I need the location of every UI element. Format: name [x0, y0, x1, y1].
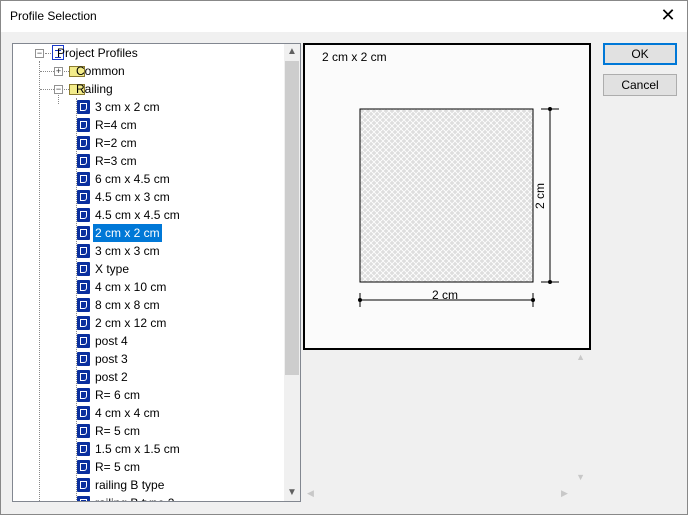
tree-item[interactable]: railing B type 2 [13, 494, 283, 501]
tree-item-label: X type [95, 262, 130, 276]
height-dimension-label: 2 cm [533, 182, 548, 210]
scroll-up-arrow-disabled: ▲ [576, 352, 585, 362]
tree-item[interactable]: R=2 cm [13, 134, 283, 152]
tree-item[interactable]: 4.5 cm x 4.5 cm [13, 206, 283, 224]
tree-item[interactable]: R= 6 cm [13, 386, 283, 404]
tree-item-label: 4 cm x 4 cm [95, 406, 160, 420]
tree-item-label: R=3 cm [95, 154, 137, 168]
profile-icon [77, 172, 90, 186]
tree-item[interactable]: X type [13, 260, 283, 278]
profile-icon [77, 118, 90, 132]
tree-item-label: post 3 [95, 352, 128, 366]
tree-item[interactable]: 4.5 cm x 3 cm [13, 188, 283, 206]
cancel-button[interactable]: Cancel [603, 74, 677, 96]
tree-item[interactable]: 3 cm x 2 cm [13, 98, 283, 116]
profile-icon [77, 154, 90, 168]
close-icon[interactable]: ✕ [657, 5, 679, 26]
scroll-up-arrow[interactable]: ▲ [284, 44, 300, 60]
tree-item-label: 1.5 cm x 1.5 cm [95, 442, 180, 456]
tree-item-label: 2 cm x 12 cm [95, 316, 167, 330]
ok-button[interactable]: OK [603, 43, 677, 65]
profile-icon [77, 460, 90, 474]
profile-icon [77, 262, 90, 276]
tree-item[interactable]: R=3 cm [13, 152, 283, 170]
tree-item-label: post 4 [95, 334, 128, 348]
profile-icon [77, 136, 90, 150]
tree-item-label: railing B type [95, 478, 165, 492]
window-title: Profile Selection [10, 9, 97, 23]
folder-label: Common [76, 64, 125, 78]
tree-item[interactable]: R= 5 cm [13, 422, 283, 440]
tree-item[interactable]: R= 5 cm [13, 458, 283, 476]
tree-item-label: 4 cm x 10 cm [95, 280, 167, 294]
tree-item-label: R=2 cm [95, 136, 137, 150]
tree-item-label: 8 cm x 8 cm [95, 298, 160, 312]
tree-item-label: 3 cm x 3 cm [95, 244, 160, 258]
profile-icon [77, 280, 90, 294]
tree-item[interactable]: railing B type [13, 476, 283, 494]
profile-icon [77, 100, 90, 114]
tree-folder-railing[interactable]: − Railing [13, 80, 283, 98]
tree-item-label: railing B type 2 [93, 494, 176, 501]
tree-item-label: R= 5 cm [95, 424, 141, 438]
tree-item[interactable]: 1.5 cm x 1.5 cm [13, 440, 283, 458]
tree-item-label: 4.5 cm x 4.5 cm [95, 208, 180, 222]
profile-icon [77, 244, 90, 258]
tree-item-label: R= 6 cm [95, 388, 141, 402]
profile-icon [77, 370, 90, 384]
tree-item[interactable]: R=4 cm [13, 116, 283, 134]
width-dimension-label: 2 cm [432, 288, 459, 302]
profile-icon [77, 226, 90, 240]
tree-item-label: 3 cm x 2 cm [95, 100, 160, 114]
tree-folder-common[interactable]: + Common [13, 62, 283, 80]
profile-icon [77, 406, 90, 420]
title-bar: Profile Selection ✕ [1, 1, 687, 32]
scroll-down-arrow-disabled: ▼ [576, 472, 585, 482]
profile-icon [77, 496, 90, 501]
tree-item-label: R=4 cm [95, 118, 137, 132]
profile-icon [77, 208, 90, 222]
profile-icon [77, 388, 90, 402]
tree-item[interactable]: 2 cm x 2 cm [13, 224, 283, 242]
profile-icon [77, 442, 90, 456]
profile-icon [77, 352, 90, 366]
scroll-down-arrow[interactable]: ▼ [284, 485, 300, 501]
profile-preview: 2 cm x 2 cm 2 cm 2 cm [303, 43, 591, 350]
scrollbar-thumb[interactable] [285, 61, 299, 375]
tree-item-label: 4.5 cm x 3 cm [95, 190, 170, 204]
tree-vertical-scrollbar[interactable]: ▲ ▼ [284, 44, 300, 501]
tree-item[interactable]: post 3 [13, 350, 283, 368]
collapse-icon[interactable]: − [35, 49, 44, 58]
collapse-icon[interactable]: − [54, 85, 63, 94]
tree-root-label: Project Profiles [57, 46, 138, 60]
expand-icon[interactable]: + [54, 67, 63, 76]
tree-item[interactable]: 2 cm x 12 cm [13, 314, 283, 332]
tree-item[interactable]: 8 cm x 8 cm [13, 296, 283, 314]
profile-icon [77, 190, 90, 204]
folder-label: Railing [76, 82, 113, 96]
tree-item-label: 2 cm x 2 cm [93, 224, 162, 242]
tree-item-label: post 2 [95, 370, 128, 384]
profile-section-shape [359, 108, 534, 283]
tree-item[interactable]: post 2 [13, 368, 283, 386]
scroll-left-arrow-disabled: ◀ [307, 488, 314, 498]
profile-icon [77, 478, 90, 492]
preview-scroll-area: ▲ ▼ ◀ ▶ [303, 350, 589, 502]
tree-item[interactable]: 4 cm x 4 cm [13, 404, 283, 422]
tree-item-label: R= 5 cm [95, 460, 141, 474]
tree-item-label: 6 cm x 4.5 cm [95, 172, 170, 186]
profile-icon [77, 424, 90, 438]
profile-tree[interactable]: − Project Profiles + Common − Railing 3 … [12, 43, 301, 502]
profile-icon [77, 298, 90, 312]
tree-item[interactable]: 6 cm x 4.5 cm [13, 170, 283, 188]
tree-item[interactable]: post 4 [13, 332, 283, 350]
tree-root[interactable]: − Project Profiles [13, 44, 283, 62]
tree-item[interactable]: 4 cm x 10 cm [13, 278, 283, 296]
profile-icon [77, 316, 90, 330]
profile-icon [77, 334, 90, 348]
tree-item[interactable]: 3 cm x 3 cm [13, 242, 283, 260]
scroll-right-arrow-disabled: ▶ [561, 488, 568, 498]
profile-selection-dialog: Profile Selection ✕ − Project Profiles +… [0, 0, 688, 515]
